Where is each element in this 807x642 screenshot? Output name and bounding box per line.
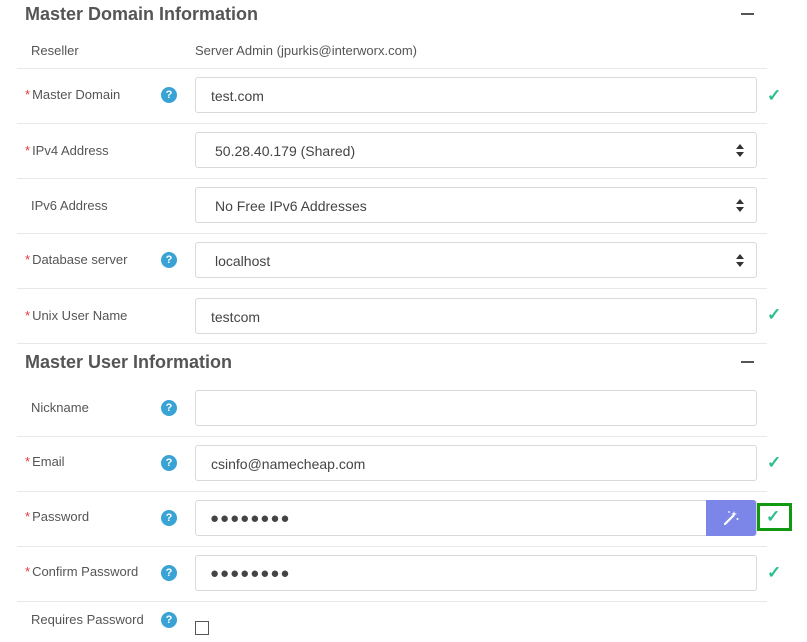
generate-password-button[interactable] <box>706 500 756 536</box>
checkmark-icon: ✓ <box>767 305 782 324</box>
reseller-row: Reseller Server Admin (jpurkis@interworx… <box>17 34 767 69</box>
section-title: Master User Information <box>25 352 233 372</box>
question-circle-icon[interactable]: ? <box>161 455 177 471</box>
question-circle-icon[interactable]: ? <box>161 510 177 526</box>
requires-password-row: Requires Password ? <box>17 602 767 642</box>
requires-password-checkbox[interactable] <box>195 621 209 635</box>
reseller-label: Reseller <box>31 43 79 58</box>
master-domain-section-header: Master Domain Information <box>0 0 767 34</box>
database-server-label: * Database server <box>25 252 128 267</box>
database-server-row: * Database server ? localhost <box>17 234 767 289</box>
question-circle-icon[interactable]: ? <box>161 400 177 416</box>
master-user-section-header: Master User Information <box>0 348 767 382</box>
email-label: * Email <box>25 454 65 469</box>
confirm-password-row: * Confirm Password ? ●●●●●●●● <box>17 547 767 602</box>
ipv6-select[interactable]: No Free IPv6 Addresses <box>195 187 757 223</box>
minus-icon[interactable] <box>741 361 754 363</box>
select-arrows-icon <box>736 254 744 268</box>
master-domain-label: * Master Domain <box>25 87 121 102</box>
database-server-select[interactable]: localhost <box>195 242 757 278</box>
select-arrows-icon <box>736 199 744 213</box>
ipv6-label: IPv6 Address <box>31 198 108 213</box>
question-circle-icon[interactable]: ? <box>161 565 177 581</box>
master-domain-row: * Master Domain ? test.com <box>17 68 767 124</box>
ipv4-select[interactable]: 50.28.40.179 (Shared) <box>195 132 757 168</box>
section-title: Master Domain Information <box>25 4 259 24</box>
requires-password-label: Requires Password <box>31 612 144 627</box>
checkmark-icon: ✓ <box>767 563 782 582</box>
minus-icon[interactable] <box>741 13 754 15</box>
select-arrows-icon <box>736 144 744 158</box>
nickname-label: Nickname <box>31 400 89 415</box>
unix-user-row: * Unix User Name testcom <box>17 289 767 344</box>
nickname-row: Nickname ? <box>17 382 767 437</box>
master-domain-input[interactable]: test.com <box>195 77 757 113</box>
email-row: * Email ? csinfo@namecheap.com <box>17 437 767 492</box>
nickname-input[interactable] <box>195 390 757 426</box>
checkmark-icon: ✓ <box>767 453 782 472</box>
unix-user-input[interactable]: testcom <box>195 298 757 334</box>
password-label: * Password <box>25 509 90 524</box>
email-input[interactable]: csinfo@namecheap.com <box>195 445 757 481</box>
confirm-password-input[interactable]: ●●●●●●●● <box>195 555 757 591</box>
question-circle-icon[interactable]: ? <box>161 252 177 268</box>
unix-user-label: * Unix User Name <box>25 308 128 323</box>
ipv6-row: IPv6 Address No Free IPv6 Addresses <box>17 179 767 234</box>
ipv4-label: * IPv4 Address <box>25 143 109 158</box>
ipv4-row: * IPv4 Address 50.28.40.179 (Shared) <box>17 124 767 179</box>
checkmark-icon: ✓ <box>767 86 782 105</box>
reseller-value: Server Admin (jpurkis@interworx.com) <box>195 43 417 58</box>
checkmark-icon: ✓ <box>766 507 781 526</box>
confirm-password-label: * Confirm Password <box>25 564 139 579</box>
password-input[interactable]: ●●●●●●●● <box>195 500 757 536</box>
question-circle-icon[interactable]: ? <box>161 87 177 103</box>
question-circle-icon[interactable]: ? <box>161 612 177 628</box>
magic-wand-icon <box>723 510 739 525</box>
password-row: * Password ? ●●●●●●●● <box>17 492 767 547</box>
